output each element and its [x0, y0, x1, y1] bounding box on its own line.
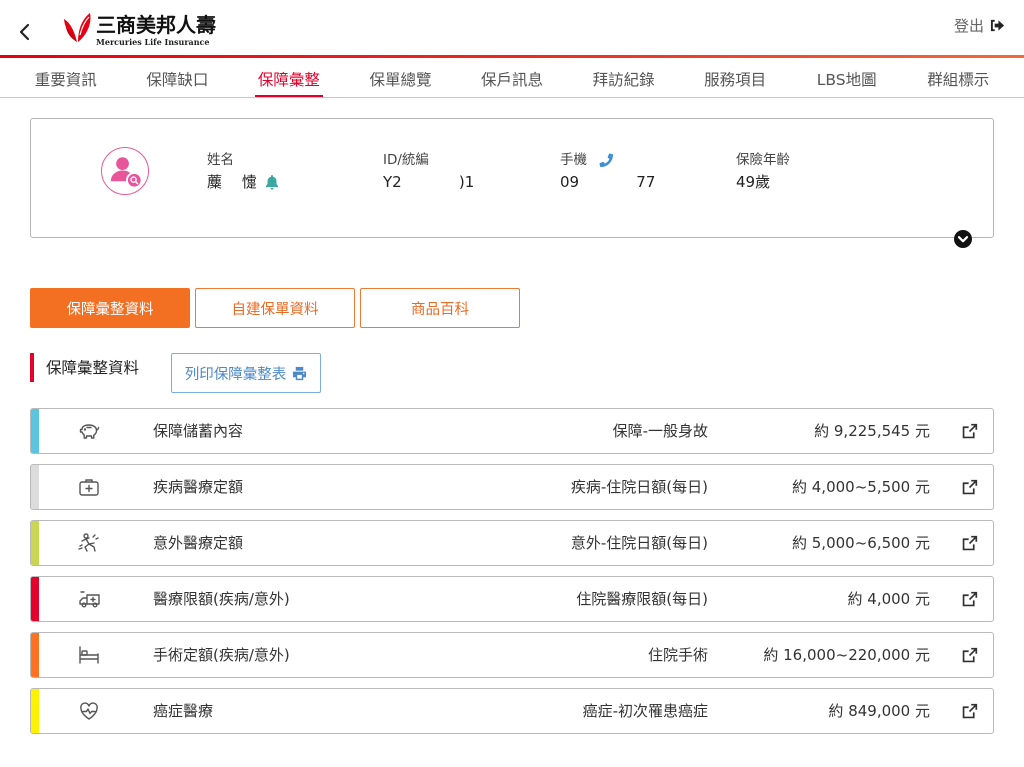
coverage-row-medical-limit: 醫療限額(疾病/意外) 住院醫療限額(每日) 約 4,000 元 — [30, 576, 994, 622]
chevron-circle-down-icon — [954, 230, 972, 248]
row-label: 疾病醫療定額 — [153, 478, 244, 496]
user-search-icon — [110, 157, 143, 189]
tab-client-messages[interactable]: 保戶訊息 — [456, 58, 568, 97]
row-amount: 約 4,000 元 — [847, 590, 930, 608]
heartbeat-icon — [80, 702, 98, 720]
phone-icon[interactable] — [599, 153, 613, 167]
row-color-bar — [31, 521, 39, 565]
row-color-bar — [31, 689, 39, 733]
butterfly-logo-icon — [64, 13, 91, 42]
logout-label: 登出 — [953, 16, 984, 35]
row-category: 住院手術 — [647, 646, 708, 664]
tab-label: 重要資訊 — [34, 71, 97, 89]
tab-coverage-gap[interactable]: 保障缺口 — [122, 58, 234, 97]
tab-label: 拜訪紀錄 — [592, 71, 655, 89]
print-summary-button[interactable]: 列印保障彙整表 — [171, 353, 321, 393]
field-name-label: 姓名 — [207, 152, 234, 168]
tab-coverage-summary[interactable]: 保障彙整 — [233, 58, 345, 97]
row-category: 意外-住院日額(每日) — [570, 534, 708, 552]
avatar — [101, 147, 149, 195]
back-button[interactable] — [15, 20, 35, 44]
logo-subtitle: Mercuries Life Insurance — [96, 37, 210, 47]
tab-important-info[interactable]: 重要資訊 — [10, 58, 122, 97]
field-age-value: 49歲 — [736, 173, 771, 191]
row-label: 保障儲蓄內容 — [153, 422, 244, 440]
main-nav: 重要資訊 保障缺口 保障彙整 保單總覽 保戶訊息 拜訪紀錄 服務項目 LBS地圖… — [0, 58, 1024, 98]
field-age-label: 保險年齡 — [736, 152, 790, 168]
field-name: 姓名 蘪 懥 — [207, 150, 279, 193]
field-id-label: ID/統編 — [383, 152, 429, 168]
product-encyclopedia-button[interactable]: 商品百科 — [360, 288, 520, 328]
row-category: 疾病-住院日額(每日) — [570, 478, 708, 496]
row-amount: 約 16,000~220,000 元 — [763, 646, 930, 664]
tab-policy-overview[interactable]: 保單總覽 — [345, 58, 457, 97]
row-color-bar — [31, 577, 39, 621]
expand-profile-button[interactable] — [954, 230, 972, 248]
field-id-value: Y2 )1 — [383, 173, 475, 191]
tab-label: 保障缺口 — [146, 71, 209, 89]
row-color-bar — [31, 465, 39, 509]
field-age: 保險年齡 49歲 — [736, 150, 790, 193]
row-label: 意外醫療定額 — [153, 534, 244, 552]
external-link-icon[interactable] — [961, 479, 978, 496]
row-label: 醫療限額(疾病/意外) — [153, 590, 290, 608]
company-logo: 三商美邦人壽 Mercuries Life Insurance — [63, 10, 223, 48]
external-link-icon[interactable] — [961, 423, 978, 440]
accident-icon — [78, 533, 99, 552]
section-title: 保障彙整資料 — [46, 359, 140, 377]
field-id: ID/統編 Y2 )1 — [383, 150, 474, 193]
row-label: 手術定額(疾病/意外) — [153, 646, 290, 664]
client-profile-card: 姓名 蘪 懥 ID/統編 Y2 )1 手機 09 77 保險年齡 49歲 — [30, 118, 994, 238]
custom-policy-data-button[interactable]: 自建保單資料 — [195, 288, 355, 328]
row-amount: 約 5,000~6,500 元 — [792, 534, 930, 552]
external-link-icon[interactable] — [961, 535, 978, 552]
tab-group-tags[interactable]: 群組標示 — [903, 58, 1015, 97]
print-summary-label: 列印保障彙整表 — [184, 366, 287, 383]
field-name-value-row: 蘪 懥 — [207, 171, 279, 193]
external-link-icon[interactable] — [961, 591, 978, 608]
logout-button[interactable]: 登出 — [954, 14, 1006, 36]
external-link-icon[interactable] — [961, 647, 978, 664]
field-mobile-value: 09 77 — [560, 173, 656, 191]
sign-out-icon — [990, 19, 1005, 31]
row-amount: 約 849,000 元 — [828, 702, 930, 720]
section-title-marker — [30, 353, 34, 382]
tab-label: 保戶訊息 — [481, 71, 544, 89]
coverage-row-surgery: 手術定額(疾病/意外) 住院手術 約 16,000~220,000 元 — [30, 632, 994, 678]
row-amount: 約 9,225,545 元 — [814, 422, 930, 440]
external-link-icon[interactable] — [961, 703, 978, 720]
field-mobile-label: 手機 — [560, 152, 587, 168]
tab-label: 保單總覽 — [369, 71, 432, 89]
chevron-left-icon — [19, 23, 30, 41]
hospital-bed-icon — [79, 646, 99, 664]
print-icon — [293, 366, 307, 380]
bell-icon[interactable] — [265, 174, 279, 190]
row-category: 住院醫療限額(每日) — [576, 590, 708, 608]
field-name-value: 蘪 懥 — [207, 173, 257, 191]
piggy-bank-icon — [79, 424, 100, 439]
field-mobile: 手機 09 77 — [560, 150, 655, 193]
row-color-bar — [31, 409, 39, 453]
medkit-icon — [79, 479, 99, 496]
row-label: 癌症醫療 — [153, 702, 214, 720]
row-color-bar — [31, 633, 39, 677]
tab-label: LBS地圖 — [816, 71, 877, 89]
coverage-row-illness-fixed: 疾病醫療定額 疾病-住院日額(每日) 約 4,000~5,500 元 — [30, 464, 994, 510]
coverage-row-accident-fixed: 意外醫療定額 意外-住院日額(每日) 約 5,000~6,500 元 — [30, 520, 994, 566]
logo-name: 三商美邦人壽 — [96, 13, 216, 37]
coverage-summary-data-button[interactable]: 保障彙整資料 — [30, 288, 190, 328]
tab-label: 保障彙整 — [254, 69, 323, 97]
tab-visit-records[interactable]: 拜訪紀錄 — [568, 58, 680, 97]
tab-lbs-map[interactable]: LBS地圖 — [791, 58, 903, 97]
tab-services[interactable]: 服務項目 — [679, 58, 791, 97]
field-mobile-label-row: 手機 — [560, 150, 655, 170]
row-category: 癌症-初次罹患癌症 — [582, 702, 708, 720]
row-category: 保障-一般身故 — [612, 422, 708, 440]
coverage-row-cancer: 癌症醫療 癌症-初次罹患癌症 約 849,000 元 — [30, 688, 994, 734]
row-amount: 約 4,000~5,500 元 — [792, 478, 930, 496]
coverage-row-savings: 保障儲蓄內容 保障-一般身故 約 9,225,545 元 — [30, 408, 994, 454]
ambulance-icon — [79, 591, 100, 608]
tab-label: 服務項目 — [704, 71, 767, 89]
tab-label: 群組標示 — [927, 71, 990, 89]
